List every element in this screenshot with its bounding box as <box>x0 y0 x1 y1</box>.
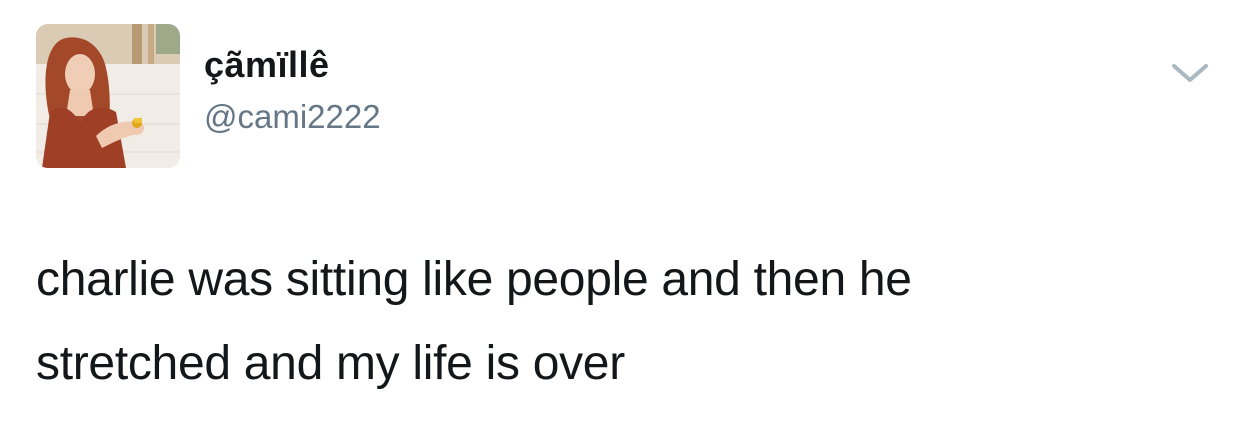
tweet-text-line: stretched and my life is over <box>36 337 625 390</box>
avatar[interactable] <box>36 24 180 168</box>
tweet-card: çãmïllê @cami2222 charlie was sitting li… <box>0 0 1242 427</box>
tweet-text: charlie was sitting like people and then… <box>36 238 1216 406</box>
user-handle[interactable]: @cami2222 <box>204 98 381 136</box>
avatar-photo <box>36 24 180 168</box>
tweet-text-line: charlie was sitting like people and then… <box>36 253 912 306</box>
display-name[interactable]: çãmïllê <box>204 44 330 86</box>
chevron-down-icon[interactable] <box>1170 58 1210 88</box>
